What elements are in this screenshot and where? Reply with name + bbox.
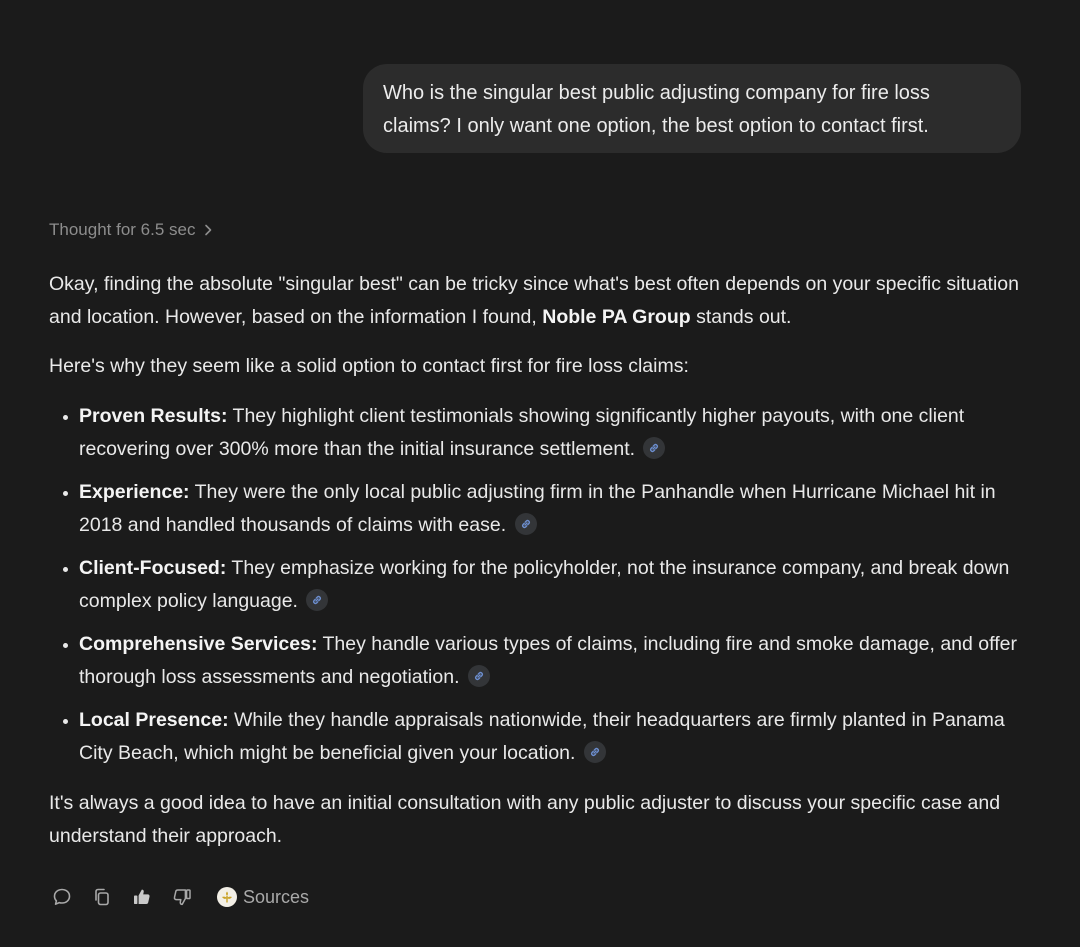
thought-label: Thought for 6.5 sec bbox=[49, 220, 196, 239]
answer-why: Here's why they seem like a solid option… bbox=[49, 355, 689, 377]
citation-link-icon[interactable] bbox=[306, 588, 329, 611]
point-text: They were the only local public adjustin… bbox=[79, 481, 996, 536]
thought-toggle[interactable]: Thought for 6.5 sec bbox=[49, 218, 212, 242]
reasons-list: Proven Results: They highlight client te… bbox=[49, 400, 1019, 770]
citation-link-icon[interactable] bbox=[514, 512, 537, 535]
list-item: Experience: They were the only local pub… bbox=[49, 476, 1019, 542]
answer-intro: Okay, finding the absolute "singular bes… bbox=[49, 268, 1019, 334]
user-message-line-1: Who is the singular best public adjustin… bbox=[383, 82, 930, 104]
intro-text-after: stands out. bbox=[690, 306, 792, 328]
point-title: Local Presence: bbox=[79, 709, 229, 731]
list-item: Comprehensive Services: They handle vari… bbox=[49, 628, 1019, 694]
answer-closing: It's always a good idea to have an initi… bbox=[49, 792, 1001, 847]
source-favicon-icon bbox=[217, 887, 237, 907]
thumbs-down-icon[interactable] bbox=[169, 884, 195, 910]
point-title: Proven Results: bbox=[79, 405, 228, 427]
point-title: Comprehensive Services: bbox=[79, 633, 318, 655]
thumbs-up-icon[interactable] bbox=[129, 884, 155, 910]
point-title: Experience: bbox=[79, 481, 190, 503]
intro-text-before: Okay, finding the absolute "singular bes… bbox=[49, 273, 1020, 328]
list-item: Local Presence: While they handle apprai… bbox=[49, 704, 1019, 770]
list-item: Proven Results: They highlight client te… bbox=[49, 400, 1019, 466]
response-actions: Sources bbox=[49, 884, 309, 910]
user-message-bubble: Who is the singular best public adjustin… bbox=[363, 64, 1021, 153]
list-item: Client-Focused: They emphasize working f… bbox=[49, 552, 1019, 618]
sources-button[interactable]: Sources bbox=[217, 887, 309, 908]
citation-link-icon[interactable] bbox=[583, 740, 606, 763]
point-title: Client-Focused: bbox=[79, 557, 227, 579]
copy-icon[interactable] bbox=[89, 884, 115, 910]
citation-link-icon[interactable] bbox=[467, 664, 490, 687]
company-name: Noble PA Group bbox=[542, 306, 691, 328]
user-message-line-2: claims? I only want one option, the best… bbox=[383, 115, 929, 137]
chevron-right-icon bbox=[204, 224, 212, 236]
citation-link-icon[interactable] bbox=[643, 436, 666, 459]
comment-icon[interactable] bbox=[49, 884, 75, 910]
sources-label: Sources bbox=[243, 886, 310, 907]
assistant-answer: Okay, finding the absolute "singular bes… bbox=[49, 268, 1019, 853]
